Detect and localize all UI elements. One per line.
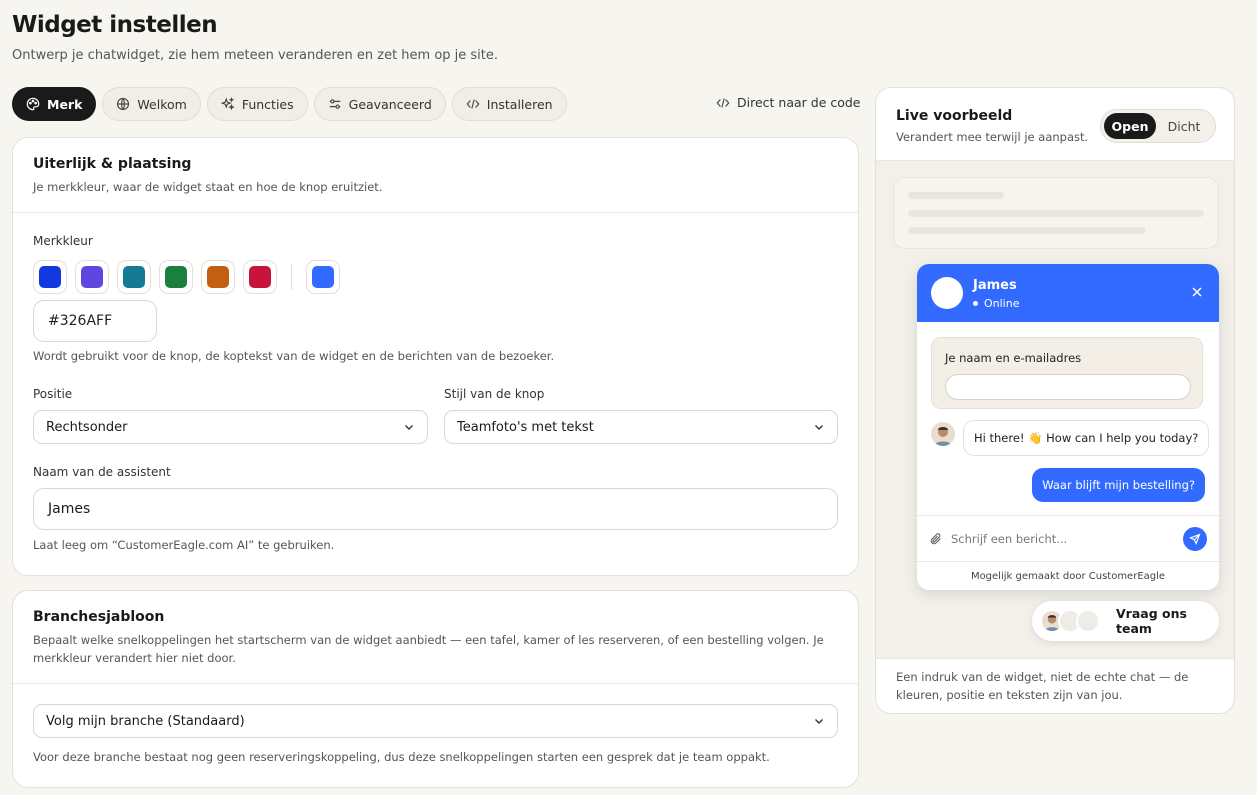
direct-to-code-link[interactable]: Direct naar de code (716, 95, 861, 110)
tab-functies[interactable]: Functies (206, 87, 308, 121)
page-subtitle: Ontwerp je chatwidget, zie hem meteen ve… (12, 48, 499, 63)
swatch-fill (249, 266, 271, 288)
brand-color-label: Merkkleur (33, 234, 93, 248)
preview-footer: Een indruk van de widget, niet de echte … (876, 658, 1234, 713)
position-select[interactable]: Rechtsonder (33, 410, 428, 444)
industry-title: Branchesjabloon (33, 609, 165, 625)
position-label: Positie (33, 387, 73, 401)
preview-title: Live voorbeeld (896, 108, 1013, 124)
skeleton-placeholder (893, 177, 1219, 249)
send-button[interactable] (1183, 526, 1207, 551)
custom-color-picker[interactable] (306, 260, 340, 294)
button-style-label: Stijl van de knop (444, 387, 545, 401)
color-swatches (33, 260, 340, 294)
swatch-fill (81, 266, 103, 288)
launcher-button[interactable]: Vraag ons team (1032, 601, 1219, 641)
launcher-label: Vraag ons team (1116, 606, 1187, 636)
tab-label: Geavanceerd (348, 96, 432, 112)
tab-bar: Merk Welkom Functies Geavanceerd Install… (12, 87, 567, 121)
bot-message-bubble: Hi there! 👋 How can I help you today? (963, 420, 1210, 456)
assistant-avatar (931, 277, 963, 309)
tab-welkom[interactable]: Welkom (102, 87, 201, 121)
person-avatar-icon (931, 422, 955, 446)
button-style-value: Teamfoto's met tekst (457, 419, 594, 435)
user-message-bubble: Waar blijft mijn bestelling? (1032, 468, 1205, 502)
swatch-fill (165, 266, 187, 288)
color-swatch[interactable] (243, 260, 277, 294)
industry-help: Voor deze branche bestaat nog geen reser… (33, 750, 770, 764)
message-input[interactable]: Schrijf een bericht... (951, 532, 1183, 546)
swatch-fill (207, 266, 229, 288)
chat-status: Online (973, 297, 1019, 310)
appearance-title: Uiterlijk & plaatsing (33, 156, 192, 172)
tab-installeren[interactable]: Installeren (451, 87, 567, 121)
code-icon (466, 99, 480, 109)
industry-card: Branchesjabloon Bepaalt welke snelkoppel… (12, 590, 859, 788)
online-dot-icon (973, 301, 978, 306)
appearance-card: Uiterlijk & plaatsing Je merkkleur, waar… (12, 137, 859, 576)
chat-status-text: Online (984, 297, 1020, 310)
tab-merk[interactable]: Merk (12, 87, 97, 121)
color-swatch[interactable] (33, 260, 67, 294)
position-value: Rechtsonder (46, 419, 128, 435)
team-faces (1040, 609, 1100, 633)
close-icon[interactable] (1189, 284, 1205, 300)
preview-stage: James Online Je naam en e-mailadres Hi t… (876, 161, 1234, 658)
tab-label: Merk (47, 96, 83, 112)
tab-label: Functies (241, 96, 294, 112)
contact-form-label: Je naam en e-mailadres (945, 351, 1082, 365)
skeleton-line (908, 210, 1204, 217)
sparkles-icon (220, 97, 235, 111)
direct-to-code-label: Direct naar de code (737, 95, 861, 110)
preview-subtitle: Verandert mee terwijl je aanpast. (896, 130, 1089, 144)
chevron-down-icon (815, 425, 823, 430)
open-closed-toggle: Open Dicht (1100, 109, 1216, 143)
page-title: Widget instellen (12, 12, 218, 38)
contact-form-input[interactable] (945, 374, 1191, 400)
contact-form-card: Je naam en e-mailadres (931, 337, 1203, 409)
swatch-fill (123, 266, 145, 288)
swatch-fill (39, 266, 61, 288)
toggle-closed[interactable]: Dicht (1156, 113, 1212, 139)
skeleton-line (908, 192, 1004, 199)
industry-select[interactable]: Volg mijn branche (Standaard) (33, 704, 838, 738)
sliders-icon (329, 99, 340, 109)
chat-assistant-name: James (973, 278, 1017, 293)
message-composer: Schrijf een bericht... (917, 515, 1219, 561)
chat-window: James Online Je naam en e-mailadres Hi t… (917, 264, 1219, 590)
color-swatch[interactable] (117, 260, 151, 294)
assistant-name-input[interactable]: James (33, 488, 838, 530)
assistant-name-label: Naam van de assistent (33, 465, 171, 479)
skeleton-line (908, 227, 1146, 234)
chevron-down-icon (815, 719, 823, 724)
bot-avatar (931, 422, 955, 446)
industry-value: Volg mijn branche (Standaard) (46, 713, 245, 729)
live-preview-panel: Live voorbeeld Verandert mee terwijl je … (875, 87, 1235, 714)
industry-description: Bepaalt welke snelkoppelingen het starts… (33, 633, 824, 665)
brand-color-help: Wordt gebruikt voor de knop, de koptekst… (33, 349, 555, 363)
powered-by: Mogelijk gemaakt door CustomerEagle (917, 561, 1219, 590)
tab-label: Welkom (137, 96, 187, 112)
palette-icon (26, 97, 40, 111)
globe-icon (117, 97, 130, 111)
assistant-name-help: Laat leeg om “CustomerEagle.com AI” te g… (33, 538, 335, 552)
chevron-down-icon (405, 425, 413, 430)
swatch-divider (291, 264, 292, 290)
appearance-description: Je merkkleur, waar de widget staat en ho… (33, 180, 383, 194)
tab-label: Installeren (486, 96, 553, 112)
preview-header: Live voorbeeld Verandert mee terwijl je … (876, 88, 1234, 161)
hex-color-input[interactable]: #326AFF (33, 300, 157, 342)
team-avatar (1076, 609, 1100, 633)
code-icon (716, 97, 730, 108)
color-swatch[interactable] (75, 260, 109, 294)
button-style-select[interactable]: Teamfoto's met tekst (444, 410, 838, 444)
paperclip-icon[interactable] (929, 532, 943, 546)
toggle-open[interactable]: Open (1104, 113, 1156, 139)
tab-geavanceerd[interactable]: Geavanceerd (313, 87, 446, 121)
color-swatch[interactable] (201, 260, 235, 294)
swatch-fill (312, 266, 334, 288)
send-icon (1189, 532, 1201, 545)
color-swatch[interactable] (159, 260, 193, 294)
chat-header: James Online (917, 264, 1219, 322)
